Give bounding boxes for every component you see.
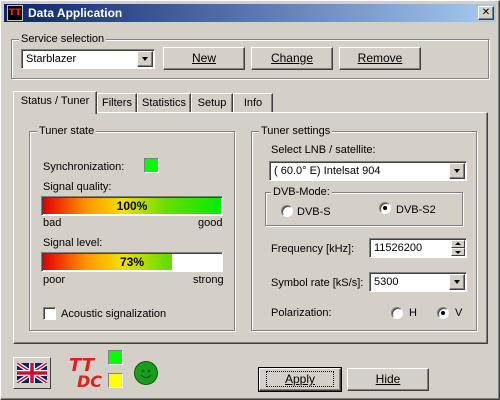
remove-label: Remove: [357, 51, 403, 65]
application-window: TT Data Application ✕ Service selection …: [0, 0, 500, 400]
signal-quality-label: Signal quality:: [43, 181, 112, 193]
level-min-label: poor: [43, 274, 66, 286]
level-max-label: strong: [193, 274, 224, 286]
status-indicator-green: [108, 350, 123, 365]
service-selection-label: Service selection: [19, 33, 107, 45]
service-combobox[interactable]: Starblazer: [21, 49, 155, 69]
synchronization-label: Synchronization:: [43, 161, 125, 173]
smiley-icon: [134, 361, 158, 385]
dvb-s-label[interactable]: DVB-S: [297, 206, 331, 218]
symbol-rate-combobox[interactable]: 5300: [369, 272, 467, 292]
dvb-mode-label: DVB-Mode:: [271, 186, 332, 198]
service-selected-value: Starblazer: [26, 53, 77, 65]
frequency-spinbox[interactable]: 11526200: [369, 238, 467, 258]
signal-quality-bar: 100%: [41, 196, 223, 216]
new-label: New: [191, 51, 216, 65]
chevron-down-icon[interactable]: [451, 248, 465, 256]
tt-dc-logo: TT DC: [65, 355, 103, 391]
apply-button[interactable]: Apply: [258, 367, 342, 392]
polarization-v-radio[interactable]: [437, 307, 449, 319]
tab-info[interactable]: Info: [233, 93, 273, 113]
signal-quality-percent: 100%: [116, 199, 148, 213]
dvb-s-radio[interactable]: [281, 205, 293, 217]
polarization-h-radio[interactable]: [391, 307, 403, 319]
signal-level-percent: 73%: [119, 255, 145, 269]
hide-button[interactable]: Hide: [347, 368, 429, 391]
remove-service-button[interactable]: Remove: [339, 47, 421, 70]
chevron-down-icon[interactable]: [449, 163, 465, 179]
app-icon: TT: [7, 5, 23, 21]
polarization-h-label[interactable]: H: [409, 307, 417, 319]
chevron-up-icon[interactable]: [451, 240, 465, 248]
change-label: Change: [270, 51, 314, 65]
tab-status-tuner[interactable]: Status / Tuner: [13, 91, 97, 114]
tab-setup[interactable]: Setup: [191, 93, 233, 113]
hide-label: Hide: [375, 372, 401, 386]
symbol-rate-value: 5300: [374, 276, 399, 288]
lnb-satellite-combobox[interactable]: ( 60.0° E) Intelsat 904: [269, 161, 467, 181]
frequency-label: Frequency [kHz]:: [271, 243, 355, 255]
uk-flag-icon[interactable]: [13, 357, 51, 389]
frequency-value: 11526200: [374, 242, 423, 254]
polarization-label: Polarization:: [271, 307, 332, 319]
polarization-v-label[interactable]: V: [455, 307, 462, 319]
close-button[interactable]: ✕: [478, 6, 494, 20]
window-title: Data Application: [28, 6, 123, 20]
lnb-satellite-value: ( 60.0° E) Intelsat 904: [274, 165, 381, 177]
tuner-settings-label: Tuner settings: [259, 125, 333, 137]
signal-level-bar: 73%: [41, 252, 223, 272]
tab-filters[interactable]: Filters: [97, 93, 137, 113]
change-service-button[interactable]: Change: [251, 47, 333, 70]
sync-status-indicator: [144, 158, 159, 173]
dvb-s2-radio[interactable]: [379, 202, 391, 214]
frequency-spinner-arrows[interactable]: [451, 240, 465, 256]
signal-level-label: Signal level:: [43, 237, 103, 249]
acoustic-signalization-checkbox[interactable]: [43, 307, 56, 320]
chevron-down-icon[interactable]: [137, 51, 153, 67]
lnb-satellite-label: Select LNB / satellite:: [271, 144, 376, 156]
symbol-rate-label: Symbol rate [kS/s]:: [271, 277, 364, 289]
title-bar[interactable]: TT Data Application ✕: [4, 4, 496, 22]
apply-label: Apply: [265, 371, 335, 387]
logo-text-bottom: DC: [77, 372, 103, 391]
tab-statistics[interactable]: Statistics: [137, 93, 191, 113]
acoustic-signalization-label[interactable]: Acoustic signalization: [61, 308, 166, 320]
dvb-s2-label[interactable]: DVB-S2: [396, 204, 436, 216]
status-indicator-yellow: [108, 373, 123, 388]
chevron-down-icon[interactable]: [449, 274, 465, 290]
new-service-button[interactable]: New: [163, 47, 245, 70]
quality-max-label: good: [198, 217, 223, 229]
tuner-state-label: Tuner state: [37, 125, 97, 137]
quality-min-label: bad: [43, 217, 62, 229]
